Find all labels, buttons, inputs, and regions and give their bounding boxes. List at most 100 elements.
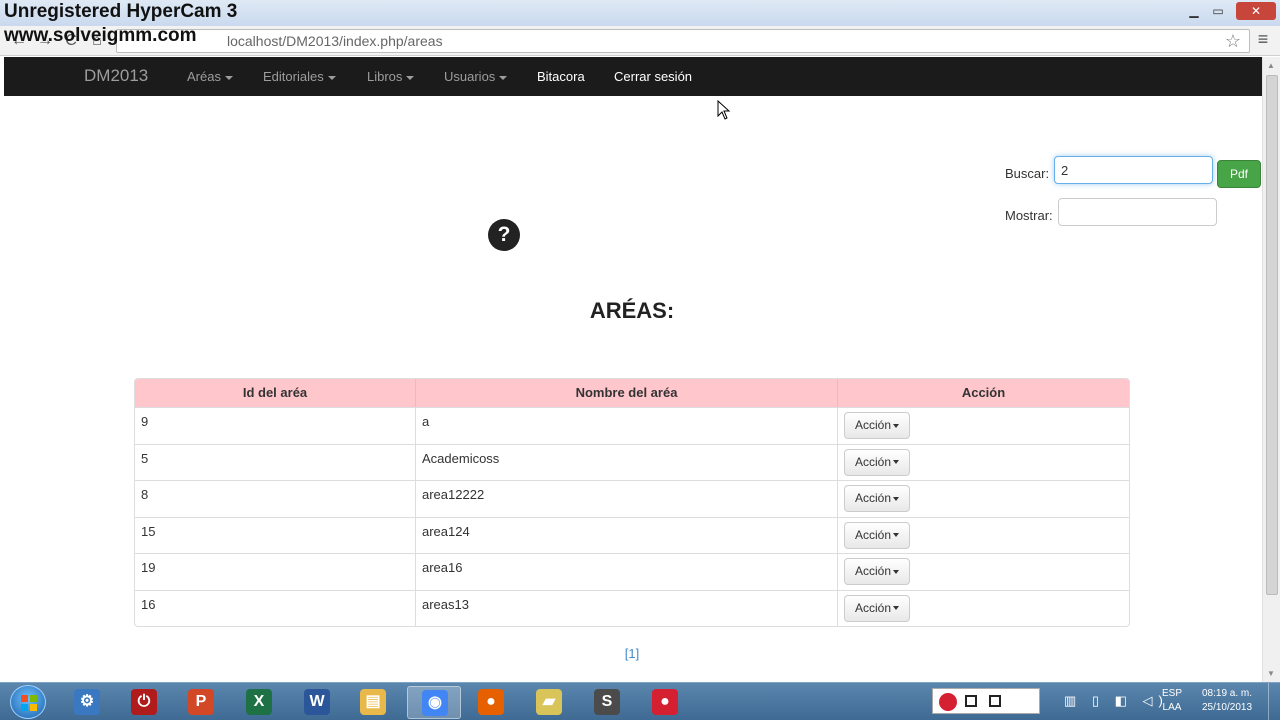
pdf-button[interactable]: Pdf — [1217, 160, 1261, 188]
word-icon: W — [304, 689, 330, 715]
scroll-up-icon[interactable]: ▲ — [1267, 61, 1275, 70]
folder-icon: ▰ — [536, 689, 562, 715]
nav-item-label: Usuarios — [444, 69, 496, 84]
cell-id: 9 — [135, 408, 416, 444]
nav-item-libros[interactable]: Libros — [367, 69, 415, 84]
taskbar-app-control-panel[interactable]: ⚙ — [60, 686, 114, 719]
record-icon[interactable] — [939, 693, 957, 711]
taskbar-app-sublime[interactable]: S — [580, 686, 634, 719]
show-desktop-button[interactable] — [1268, 683, 1280, 720]
explorer-icon: ▤ — [360, 689, 386, 715]
page-scrollbar[interactable]: ▲ ▼ — [1262, 57, 1280, 682]
table-row: 16 areas13 Acción — [135, 589, 1129, 627]
taskbar-app-explorer[interactable]: ▤ — [346, 686, 400, 719]
action-dropdown-button[interactable]: Acción — [844, 558, 911, 585]
page-title: ARÉAS: — [589, 298, 675, 323]
action-label: Acción — [855, 418, 892, 432]
scroll-down-icon[interactable]: ▼ — [1267, 669, 1275, 678]
sublime-icon: S — [594, 689, 620, 715]
shutdown-icon: ⏻ — [131, 689, 157, 715]
cell-id: 15 — [135, 517, 416, 553]
language-indicator[interactable]: ESP LAA — [1162, 687, 1182, 715]
nav-item-areas[interactable]: Aréas — [187, 69, 233, 84]
stop-icon[interactable] — [965, 695, 977, 707]
maximize-icon[interactable]: ▭ — [1210, 2, 1226, 20]
show-input[interactable] — [1058, 198, 1217, 226]
nav-item-usuarios[interactable]: Usuarios — [444, 69, 508, 84]
keyboard-layout: LAA — [1162, 702, 1182, 713]
action-dropdown-button[interactable]: Acción — [844, 594, 911, 622]
language-code: ESP — [1162, 688, 1183, 699]
taskbar-app-shutdown[interactable]: ⏻ — [117, 686, 171, 719]
action-dropdown-button[interactable]: Acción — [844, 485, 911, 512]
nav-item-logout[interactable]: Cerrar sesión — [614, 69, 692, 84]
cell-action: Acción — [838, 408, 1129, 444]
firefox-icon: ● — [478, 689, 504, 715]
cell-name: Academicoss — [416, 444, 838, 480]
search-label: Buscar: — [1005, 166, 1050, 181]
caret-down-icon — [327, 75, 336, 80]
site-navbar: DM2013 Aréas Editoriales Libros Usuarios… — [4, 57, 1262, 96]
window-capture-icon[interactable] — [989, 695, 1001, 707]
powerpoint-icon: P — [188, 689, 214, 715]
bookmark-star-icon[interactable]: ☆ — [1225, 31, 1241, 52]
taskbar-app-chrome[interactable]: ◉ — [407, 686, 461, 719]
taskbar-app-excel[interactable]: X — [232, 686, 286, 719]
mouse-cursor-icon — [717, 100, 731, 120]
help-icon[interactable]: ? — [488, 219, 520, 251]
table-header: Id del aréa Nombre del aréa Acción — [135, 379, 1129, 407]
close-icon[interactable]: ✕ — [1236, 2, 1276, 20]
cell-action: Acción — [838, 518, 1129, 554]
caret-down-icon — [499, 75, 508, 80]
column-header-id: Id del aréa — [135, 379, 416, 407]
cell-id: 16 — [135, 590, 416, 626]
clock-time: 08:19 a. m. — [1201, 688, 1253, 699]
search-input[interactable] — [1054, 156, 1213, 184]
cell-name: area12222 — [416, 481, 838, 517]
taskbar-app-firefox[interactable]: ● — [464, 686, 518, 719]
caret-down-icon — [893, 423, 900, 428]
action-label: Acción — [855, 527, 892, 542]
address-bar[interactable]: ☆ — [116, 29, 1250, 53]
watermark-url: www.solveigmm.com — [4, 25, 197, 46]
control-panel-icon: ⚙ — [74, 689, 100, 715]
windows-taskbar: ⚙ ⏻ P X W ▤ ◉ ● ▰ S ● ▥ ▯ ◧ ◁) ESP LAA 08:19 a. m.… — [0, 682, 1280, 720]
hypercam-icon: ● — [652, 689, 678, 715]
cell-id: 19 — [135, 554, 416, 590]
caret-down-icon — [893, 606, 900, 611]
start-button[interactable] — [10, 685, 46, 719]
taskbar-app-folder[interactable]: ▰ — [522, 686, 576, 719]
taskbar-app-hypercam[interactable]: ● — [638, 686, 692, 719]
system-tray-icons[interactable]: ▥ ▯ ◧ ◁) — [1064, 693, 1169, 709]
cell-name: area124 — [416, 517, 838, 553]
action-label: Acción — [855, 600, 892, 615]
table-row: 19 area16 Acción — [135, 553, 1129, 590]
caret-down-icon — [893, 569, 900, 574]
nav-item-editoriales[interactable]: Editoriales — [263, 69, 336, 84]
minimize-icon[interactable]: ▁ — [1186, 2, 1202, 20]
nav-item-bitacora[interactable]: Bitacora — [537, 69, 585, 84]
cell-action: Acción — [838, 554, 1129, 590]
action-dropdown-button[interactable]: Acción — [844, 448, 911, 476]
navbar-brand[interactable]: DM2013 — [84, 66, 148, 86]
action-label: Acción — [855, 454, 892, 469]
caret-down-icon — [224, 75, 233, 80]
taskbar-app-word[interactable]: W — [290, 686, 344, 719]
caret-down-icon — [893, 460, 900, 465]
cell-action: Acción — [838, 591, 1129, 627]
table-row: 8 area12222 Acción — [135, 480, 1129, 517]
clock-date: 25/10/2013 — [1201, 702, 1253, 713]
nav-item-label: Editoriales — [263, 69, 324, 84]
url-input[interactable] — [227, 32, 1127, 50]
system-clock[interactable]: 08:19 a. m. 25/10/2013 — [1192, 687, 1262, 715]
windows-logo-icon — [21, 695, 37, 711]
pagination-link[interactable]: [1] — [600, 646, 664, 661]
cell-id: 8 — [135, 481, 416, 517]
browser-menu-icon[interactable]: ≡ — [1254, 29, 1272, 51]
taskbar-app-powerpoint[interactable]: P — [174, 686, 228, 719]
action-dropdown-button[interactable]: Acción — [844, 412, 911, 439]
cell-name: a — [416, 408, 838, 444]
action-label: Acción — [855, 491, 892, 505]
action-dropdown-button[interactable]: Acción — [844, 521, 911, 549]
scroll-thumb[interactable] — [1266, 75, 1278, 595]
